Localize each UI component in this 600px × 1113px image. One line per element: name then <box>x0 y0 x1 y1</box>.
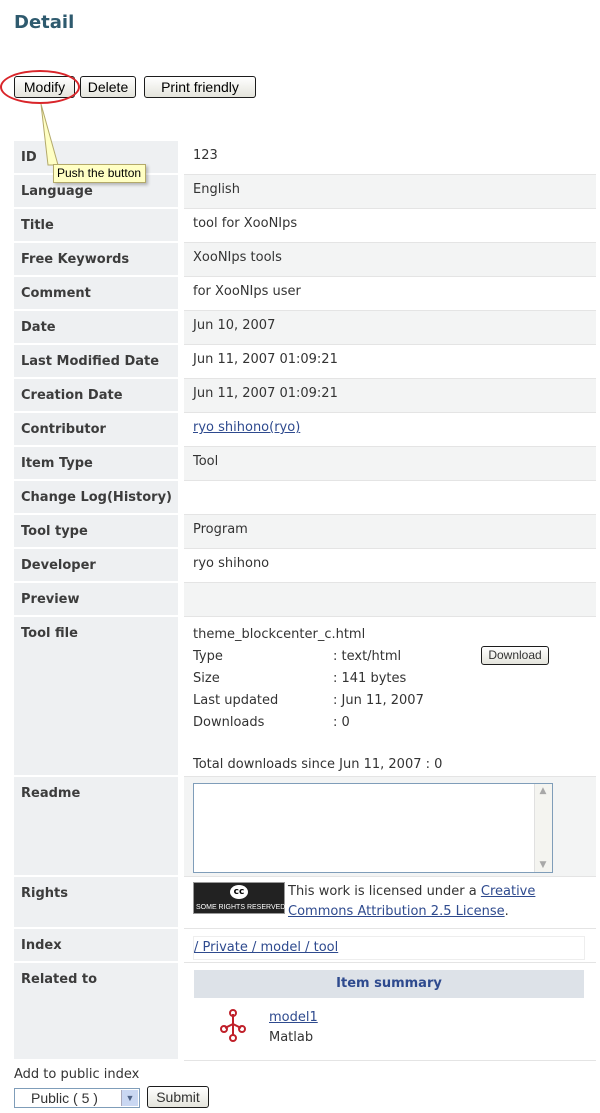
file-name: theme_blockcenter_c.html <box>193 627 366 642</box>
related-item-subtitle: Matlab <box>269 1030 314 1045</box>
field-value: cc SOME RIGHTS RESERVED This work is lic… <box>184 877 596 929</box>
file-size-key: Size <box>193 671 220 686</box>
field-label: Tool file <box>14 617 184 777</box>
row-item-type: Item Type Tool <box>14 447 596 481</box>
field-value: 123 <box>184 141 596 175</box>
row-preview: Preview <box>14 583 596 617</box>
cc-license-badge[interactable]: cc SOME RIGHTS RESERVED <box>193 882 285 914</box>
field-value: Jun 11, 2007 01:09:21 <box>184 345 596 379</box>
field-value: ryo shihono(ryo) <box>184 413 596 447</box>
row-readme: Readme ▲ ▼ <box>14 777 596 877</box>
rights-text: This work is licensed under a <box>288 884 481 899</box>
field-value <box>184 481 596 515</box>
row-index: Index / Private / model / tool <box>14 929 596 963</box>
field-label: Last Modified Date <box>14 345 184 379</box>
related-item-link[interactable]: model1 <box>269 1010 318 1025</box>
field-label: Item Type <box>14 447 184 481</box>
contributor-link[interactable]: ryo shihono(ryo) <box>193 420 300 435</box>
field-value: Item summary model1 Matlab <box>184 963 596 1061</box>
row-tool-file: Tool file theme_blockcenter_c.html Type:… <box>14 617 596 777</box>
field-value: Tool <box>184 447 596 481</box>
field-label: Index <box>14 929 184 963</box>
field-value: Jun 11, 2007 01:09:21 <box>184 379 596 413</box>
detail-table: ID 123 Language English Title tool for X… <box>14 141 596 1061</box>
delete-button[interactable]: Delete <box>80 76 136 98</box>
public-index-select[interactable]: Public ( 5 ) ▼ <box>14 1088 140 1108</box>
field-label: Comment <box>14 277 184 311</box>
download-button[interactable]: Download <box>481 646 549 665</box>
row-rights: Rights cc SOME RIGHTS RESERVED This work… <box>14 877 596 929</box>
readme-scrollbar[interactable]: ▲ ▼ <box>534 784 552 872</box>
cc-logo-icon: cc <box>230 885 248 899</box>
row-developer: Developer ryo shihono <box>14 549 596 583</box>
item-summary-header: Item summary <box>194 970 584 998</box>
field-label: Title <box>14 209 184 243</box>
field-label: Creation Date <box>14 379 184 413</box>
scroll-down-icon[interactable]: ▼ <box>538 860 548 870</box>
file-updated-value: : Jun 11, 2007 <box>333 693 424 708</box>
field-label: Preview <box>14 583 184 617</box>
related-item-icon-wrap <box>194 1008 269 1048</box>
file-type-value: : text/html <box>333 649 402 664</box>
field-value: theme_blockcenter_c.html Type : text/html… <box>184 617 596 777</box>
readme-textarea[interactable]: ▲ ▼ <box>193 783 553 873</box>
model-molecule-icon <box>220 1009 246 1042</box>
row-title: Title tool for XooNIps <box>14 209 596 243</box>
row-comment: Comment for XooNIps user <box>14 277 596 311</box>
row-contributor: Contributor ryo shihono(ryo) <box>14 413 596 447</box>
row-creation: Creation Date Jun 11, 2007 01:09:21 <box>14 379 596 413</box>
index-path-link[interactable]: / Private / model / tool <box>194 940 338 955</box>
field-label: Related to <box>14 963 184 1061</box>
row-tool-type: Tool type Program <box>14 515 596 549</box>
row-change-log: Change Log(History) <box>14 481 596 515</box>
rights-text-end: . <box>504 904 509 919</box>
field-label: Free Keywords <box>14 243 184 277</box>
field-value: Program <box>184 515 596 549</box>
field-value: Jun 10, 2007 <box>184 311 596 345</box>
scroll-up-icon[interactable]: ▲ <box>538 786 548 796</box>
chevron-down-icon[interactable]: ▼ <box>121 1090 138 1106</box>
field-value: English <box>184 175 596 209</box>
field-value: / Private / model / tool <box>184 929 596 963</box>
field-label: Contributor <box>14 413 184 447</box>
field-value: ▲ ▼ <box>184 777 596 877</box>
field-value: tool for XooNIps <box>184 209 596 243</box>
cc-badge-text: SOME RIGHTS RESERVED <box>196 904 286 911</box>
field-label: Readme <box>14 777 184 877</box>
row-related: Related to Item summary model1 Matlab <box>14 963 596 1061</box>
file-downloads-value: : 0 <box>333 715 350 730</box>
public-index-select-value: Public ( 5 ) <box>31 1090 98 1106</box>
field-value: for XooNIps user <box>184 277 596 311</box>
row-date: Date Jun 10, 2007 <box>14 311 596 345</box>
field-label: Change Log(History) <box>14 481 184 515</box>
file-downloads-key: Downloads <box>193 715 265 730</box>
row-last-modified: Last Modified Date Jun 11, 2007 01:09:21 <box>14 345 596 379</box>
tooltip: Push the button <box>53 164 146 183</box>
row-keywords: Free Keywords XooNIps tools <box>14 243 596 277</box>
page-title: Detail <box>14 12 75 33</box>
file-type-key: Type <box>193 649 223 664</box>
field-value: ryo shihono <box>184 549 596 583</box>
submit-button[interactable]: Submit <box>147 1086 209 1108</box>
public-index-label: Add to public index <box>14 1067 140 1082</box>
field-label: Date <box>14 311 184 345</box>
file-updated-key: Last updated <box>193 693 279 708</box>
field-label: Developer <box>14 549 184 583</box>
total-downloads: Total downloads since Jun 11, 2007 : 0 <box>193 757 443 772</box>
field-value: XooNIps tools <box>184 243 596 277</box>
modify-button[interactable]: Modify <box>14 76 75 98</box>
field-label: Tool type <box>14 515 184 549</box>
field-label: Rights <box>14 877 184 929</box>
file-size-value: : 141 bytes <box>333 671 407 686</box>
field-value <box>184 583 596 617</box>
print-friendly-button[interactable]: Print friendly <box>144 76 256 98</box>
